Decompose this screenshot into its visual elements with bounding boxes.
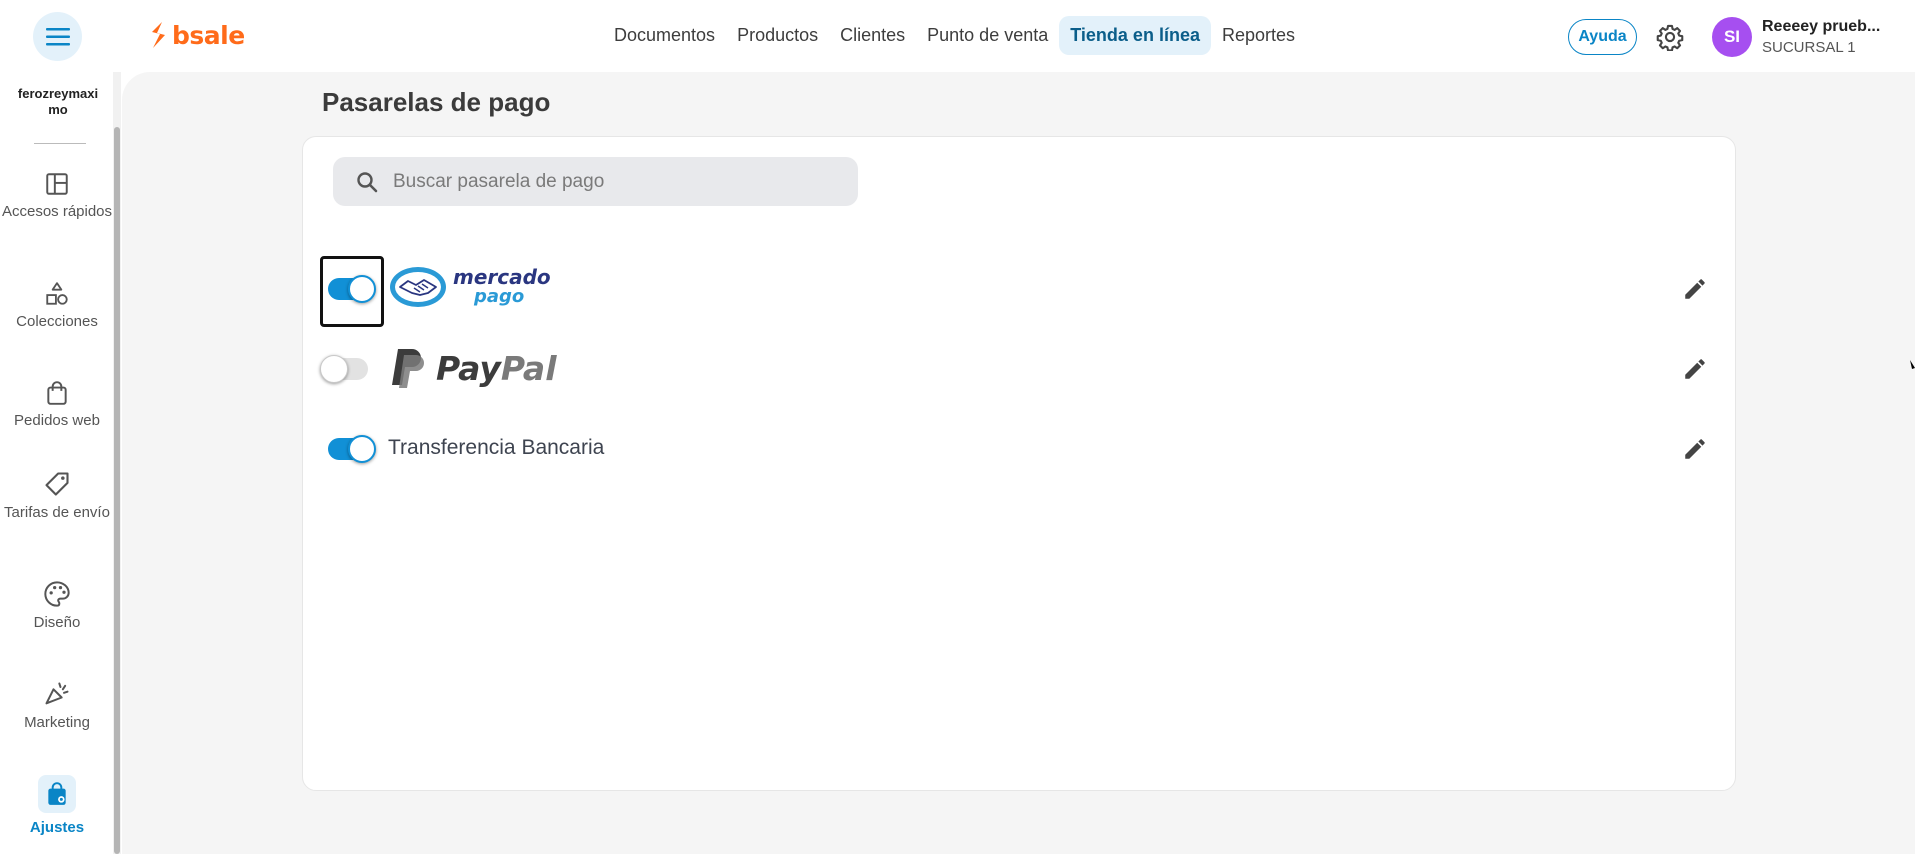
sidebar-item-colecciones[interactable]: Colecciones [0,281,114,330]
bsale-logo[interactable]: bsale [148,20,245,50]
nav-documentos[interactable]: Documentos [603,16,726,55]
paypal-logo [390,347,424,394]
sidebar-divider [34,143,86,144]
toggle-knob [320,355,348,383]
user-avatar[interactable]: SI [1712,17,1752,57]
sidebar-item-label: Pedidos web [14,412,100,429]
palette-icon [44,581,70,607]
page-title: Pasarelas de pago [322,87,551,117]
paypal-edit-button[interactable] [1679,353,1711,385]
transferencia-label: Transferencia Bancaria [388,436,605,459]
bag-settings-icon [48,782,66,805]
sidebar-item-label: Tarifas de envío [4,504,110,521]
shapes-icon [46,282,68,305]
paypal-p-icon [392,349,424,388]
pencil-icon [1685,279,1705,299]
hamburger-icon [45,27,70,45]
toggle-knob [348,275,376,303]
help-button[interactable]: Ayuda [1568,19,1637,55]
settings-button[interactable] [1656,23,1684,56]
toggle-knob [348,435,376,463]
sidebar-item-label: Ajustes [29,819,85,836]
pencil-icon [1685,439,1705,459]
sidebar-item-tarifas-de-envio[interactable]: Tarifas de envío [0,470,114,521]
mercadopago-edit-button[interactable] [1679,273,1711,305]
payment-gateways-card [302,136,1736,791]
user-name[interactable]: Reeeey prueb... [1762,18,1880,36]
bsale-logo-icon [152,22,165,48]
sidebar-item-label: Accesos rápidos [1,203,113,220]
gear-icon [1656,24,1684,52]
sidebar-item-label: Diseño [33,614,81,631]
paypal-toggle[interactable] [320,355,368,383]
transferencia-edit-button[interactable] [1679,433,1711,465]
sidebar-item-marketing[interactable]: Marketing [0,680,114,731]
sidebar-item-label: Colecciones [16,313,98,330]
top-bar: bsale Documentos Productos Clientes Punt… [0,0,1915,72]
sidebar-item-ajustes[interactable]: Ajustes [0,775,114,836]
main-nav: Documentos Productos Clientes Punto de v… [603,16,1306,55]
nav-reportes[interactable]: Reportes [1211,16,1306,55]
search-box[interactable] [333,157,858,206]
mouse-cursor-icon [1910,360,1915,369]
sidebar-item-accesos-rapidos[interactable]: Accesos rápidos [0,171,114,220]
store-name: ferozreymaxi mo [17,86,99,117]
sidebar-item-pedidos-web[interactable]: Pedidos web [0,380,114,429]
sidebar-item-diseno[interactable]: Diseño [0,580,114,631]
transferencia-toggle[interactable] [328,435,376,463]
nav-tienda-en-linea[interactable]: Tienda en línea [1059,16,1211,55]
logo-text: bsale [172,20,245,50]
paypal-logo-text: PayPal [436,349,557,388]
sidebar-scrollbar-thumb[interactable] [114,127,120,854]
nav-punto-de-venta[interactable]: Punto de venta [916,16,1059,55]
megaphone-icon [45,682,69,705]
nav-clientes[interactable]: Clientes [829,16,916,55]
mercadopago-logo-text-1: mercado [453,265,551,289]
layout-icon [46,173,68,195]
tag-icon [45,472,69,496]
mercadopago-logo [390,266,450,313]
sidebar-item-label: Marketing [24,714,90,731]
mercadopago-logo-text-2: pago [474,286,525,307]
search-input[interactable] [393,170,833,193]
nav-productos[interactable]: Productos [726,16,829,55]
hamburger-menu-button[interactable] [33,12,82,61]
mercadopago-handshake-icon [390,267,446,307]
mercadopago-toggle[interactable] [328,275,376,303]
pencil-icon [1685,359,1705,379]
branch-name: SUCURSAL 1 [1762,39,1856,56]
search-icon [355,170,379,194]
shopping-bag-icon [47,381,67,405]
